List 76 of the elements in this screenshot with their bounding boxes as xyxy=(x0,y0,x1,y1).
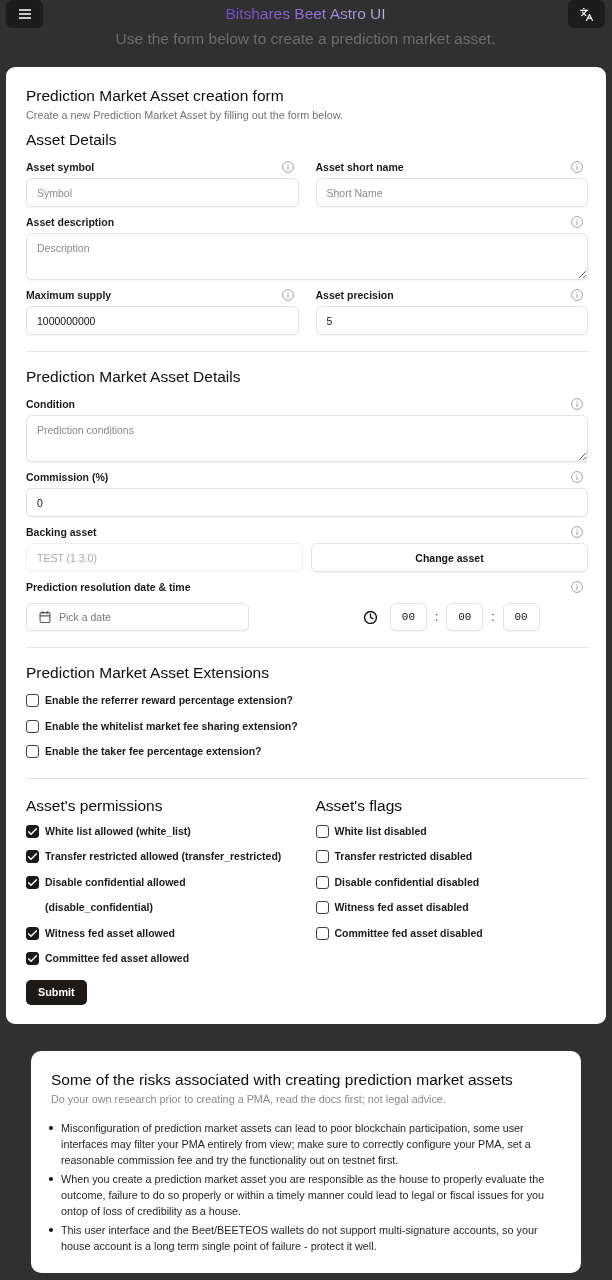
checkbox-label[interactable]: Witness fed asset disabled xyxy=(334,895,469,921)
checkbox-label[interactable]: White list allowed (white_list) xyxy=(45,818,191,844)
checkbox-label[interactable]: Enable the whitelist market fee sharing extension? xyxy=(45,713,298,739)
clock-icon xyxy=(363,610,377,624)
checkbox-label[interactable]: Committee fed asset disabled xyxy=(334,920,483,946)
checkmark-icon xyxy=(28,954,37,963)
checkbox[interactable] xyxy=(26,824,39,838)
section-title: Prediction Market Asset Extensions xyxy=(26,663,270,683)
bullet-icon xyxy=(49,1227,53,1232)
input-field[interactable]: 1000000000 xyxy=(26,306,299,335)
checkbox-label[interactable]: Committee fed asset allowed xyxy=(45,946,190,972)
checkbox[interactable] xyxy=(315,850,329,863)
risks-title: Some of the risks associated with creating prediction market assets xyxy=(51,1069,514,1090)
checkbox-label[interactable]: Transfer restricted disabled xyxy=(334,844,473,870)
checkbox[interactable] xyxy=(315,926,329,940)
checkbox[interactable] xyxy=(26,745,39,758)
time-separator: : xyxy=(434,610,439,624)
risk-item-text: Misconfiguration of prediction market assets can lead to poor blockchain participation, some user interfaces may filter your PMA entirely from view; make sure to correctly configure your PMA, set a reasonable commission fee and try the functionality out on testnet first. xyxy=(61,1120,532,1168)
submit-button[interactable]: Submit xyxy=(26,979,87,1005)
page-subtitle: Use the form below to create a prediction market asset. xyxy=(115,29,496,49)
section-title: Prediction Market Asset Details xyxy=(26,367,242,387)
text-area-field[interactable]: Prediction conditions xyxy=(26,415,588,462)
field-label: Condition xyxy=(26,397,75,412)
checkbox-label[interactable]: Transfer restricted allowed (transfer_restricted) xyxy=(45,844,282,870)
checkbox-label[interactable]: Enable the referrer reward percentage extension? xyxy=(45,688,293,714)
checkbox[interactable] xyxy=(315,901,329,914)
field-label: Prediction resolution date & time xyxy=(26,580,191,595)
checkmark-icon xyxy=(28,852,37,861)
checkmark-icon xyxy=(28,826,37,836)
field-label: Asset description xyxy=(26,215,115,230)
field-label: Asset precision xyxy=(315,288,394,303)
input-field[interactable]: 5 xyxy=(315,306,588,335)
language-button[interactable] xyxy=(568,0,605,28)
risk-item-text: This user interface and the Beet/BEETEOS wallets do not support multi-signature accounts, so your house account is a long term single point of failure - protect it well. xyxy=(61,1222,539,1254)
checkmark-icon xyxy=(28,877,37,887)
calendar-icon xyxy=(39,611,51,623)
field-label: Commission (%) xyxy=(26,470,109,485)
input-field[interactable]: 0 xyxy=(26,488,588,517)
section-title: Asset Details xyxy=(26,130,118,150)
menu-icon xyxy=(18,9,31,19)
text-area-field[interactable]: Description xyxy=(26,233,588,280)
checkbox[interactable] xyxy=(26,719,39,733)
checkmark-icon xyxy=(28,928,37,938)
form-title: Prediction Market Asset creation form xyxy=(26,86,285,106)
field-label: Asset short name xyxy=(315,160,404,175)
field-label: Backing asset xyxy=(26,525,97,540)
checkbox[interactable] xyxy=(26,694,39,707)
checkbox-label[interactable]: Disable confidential disabled xyxy=(334,869,480,895)
checkbox[interactable] xyxy=(26,952,39,965)
checkbox[interactable] xyxy=(26,875,39,889)
checkbox-label[interactable]: Enable the taker fee percentage extension? xyxy=(45,739,262,765)
time-field[interactable]: 00 xyxy=(389,603,427,631)
field-label: Asset symbol xyxy=(26,160,95,175)
bullet-icon xyxy=(49,1176,53,1181)
section-title: Asset's flags xyxy=(315,795,404,816)
menu-button[interactable] xyxy=(6,0,43,28)
time-field[interactable]: 00 xyxy=(446,603,484,631)
translate-icon xyxy=(580,7,593,21)
checkbox-label[interactable]: Disable confidential allowed (disable_confidential) xyxy=(45,869,291,921)
checkbox-label[interactable]: Witness fed asset allowed xyxy=(45,920,176,946)
risk-item-text: When you create a prediction market asset you are responsible as the house to properly evaluate the outcome, failure to do so properly or within a timely manner could lead to legal or fiscal issues for you ontop of loss of credibility as a house. xyxy=(61,1171,546,1219)
checkbox[interactable] xyxy=(315,875,329,889)
section-title: Asset's permissions xyxy=(26,795,164,816)
form-description: Create a new Prediction Market Asset by filling out the form below. xyxy=(26,108,344,122)
date-picker-button[interactable]: Pick a date xyxy=(26,603,249,631)
checkbox[interactable] xyxy=(26,926,39,940)
risks-subtitle: Do your own research prior to creating a PMA, read the docs first; not legal advice. xyxy=(51,1091,447,1106)
time-field[interactable]: 00 xyxy=(502,603,540,631)
field-label: Maximum supply xyxy=(26,288,112,303)
checkbox-label[interactable]: White list disabled xyxy=(334,818,427,844)
checkbox[interactable] xyxy=(315,824,329,838)
time-separator: : xyxy=(491,610,495,624)
input-field[interactable]: Short Name xyxy=(315,178,588,207)
input-field[interactable]: Symbol xyxy=(26,178,299,207)
checkbox[interactable] xyxy=(26,850,39,863)
bullet-icon xyxy=(49,1125,53,1130)
